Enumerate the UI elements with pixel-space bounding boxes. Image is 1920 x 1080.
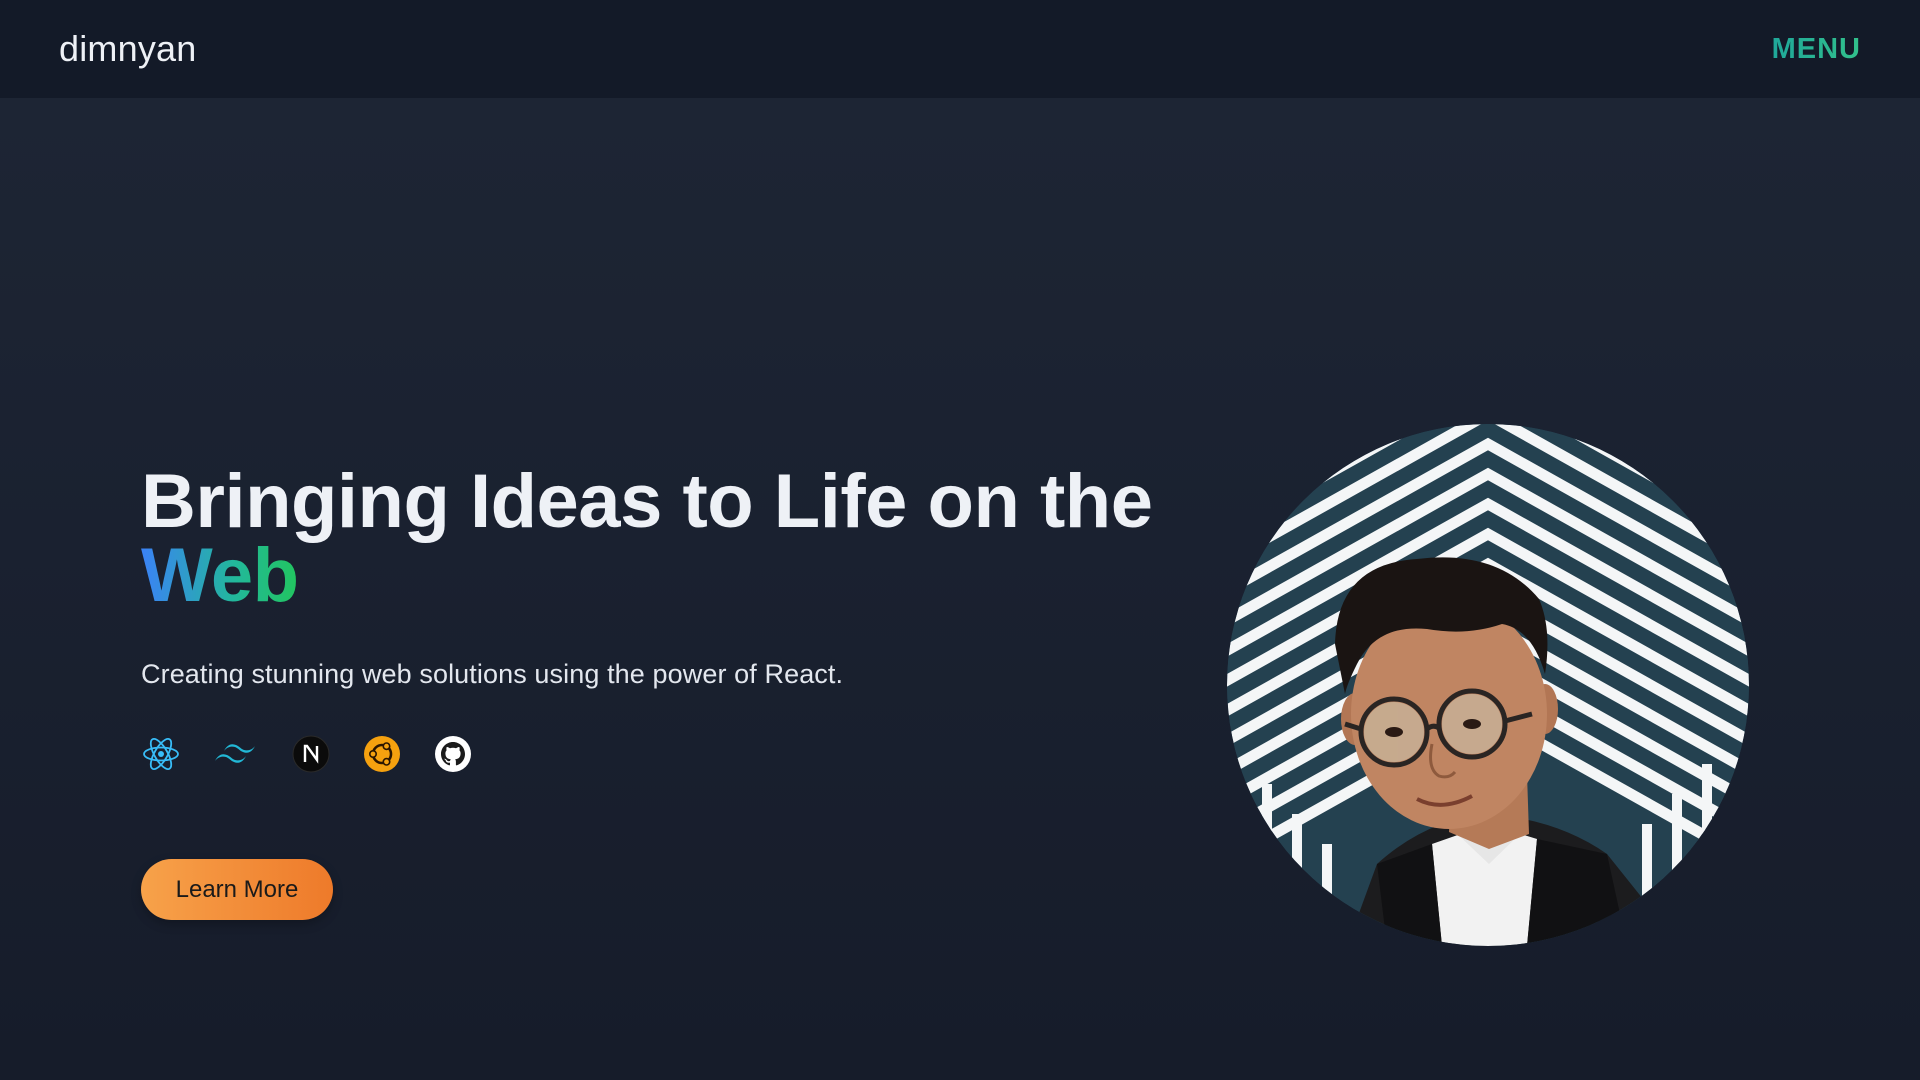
ubuntu-icon (362, 734, 402, 774)
hero-headline: Bringing Ideas to Life on the Web (141, 464, 1201, 618)
react-icon (141, 734, 181, 774)
navbar: dimnyan MENU (0, 0, 1920, 98)
headline-text: Bringing Ideas to Life on the (141, 459, 1153, 544)
profile-photo-illustration (1227, 424, 1749, 946)
headline-accent: Web (141, 533, 299, 618)
hero-section: Bringing Ideas to Life on the Web Creati… (141, 464, 1201, 920)
profile-photo (1227, 424, 1749, 946)
hero-subtitle: Creating stunning web solutions using th… (141, 659, 844, 689)
github-icon (433, 734, 473, 774)
tailwind-icon (212, 734, 260, 774)
learn-more-button[interactable]: Learn More (141, 859, 333, 920)
nextjs-icon (291, 734, 331, 774)
tech-stack-icons (141, 732, 1201, 776)
menu-button[interactable]: MENU (1772, 33, 1861, 66)
brand-logo[interactable]: dimnyan (59, 28, 196, 70)
